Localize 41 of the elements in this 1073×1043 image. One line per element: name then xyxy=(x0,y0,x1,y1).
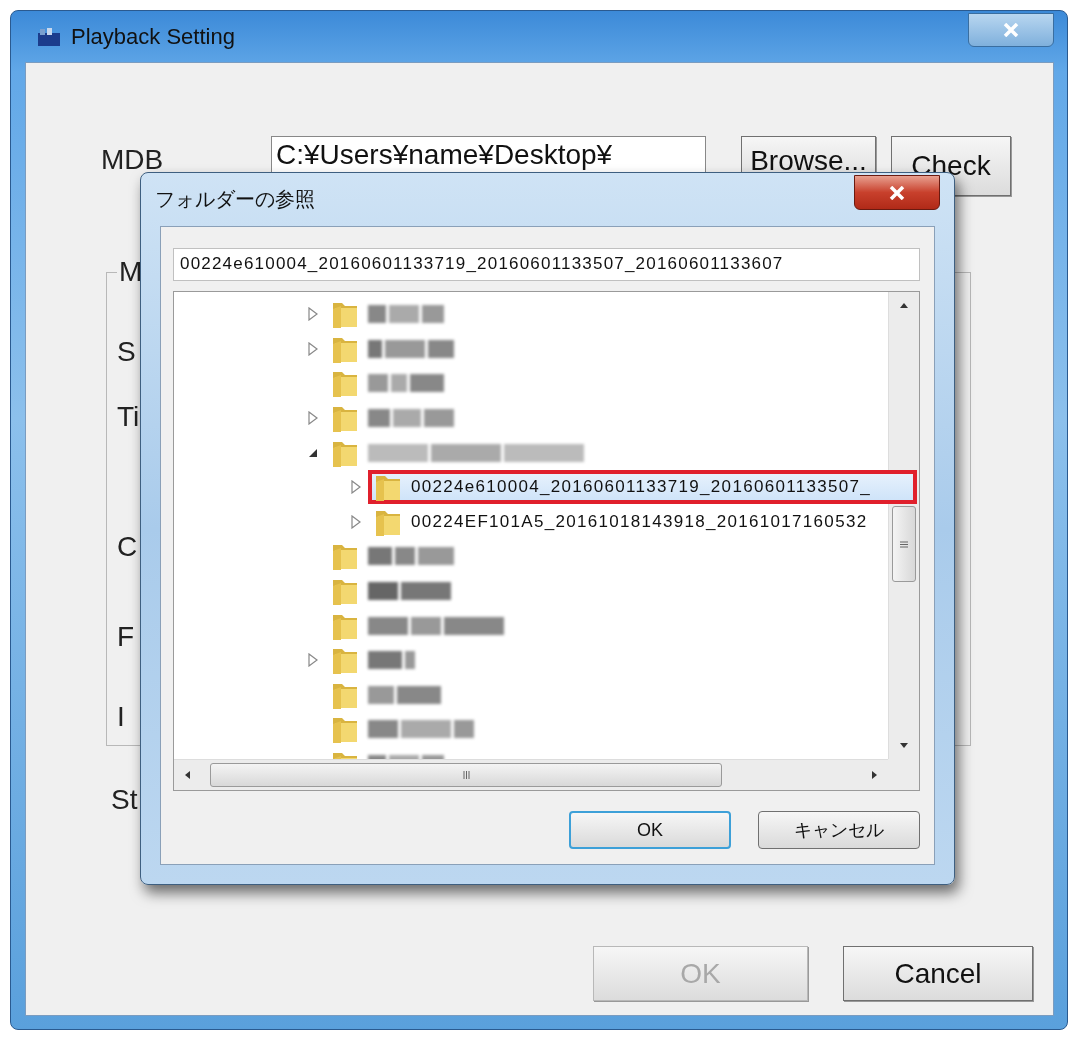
folder-name: 00224e610004_20160601133719_20160601133507_ xyxy=(411,477,871,498)
horizontal-scrollbar[interactable] xyxy=(174,759,888,790)
close-icon xyxy=(1003,23,1019,37)
scroll-up-icon[interactable] xyxy=(899,301,909,311)
field-label: F xyxy=(117,621,135,654)
scroll-thumb[interactable] xyxy=(892,506,916,582)
tree-item[interactable]: 00224e610004_20160601133719_20160601133507_ xyxy=(368,470,917,505)
dialog-title: フォルダーの参照 xyxy=(155,187,315,212)
expand-arrow-icon[interactable] xyxy=(308,653,318,668)
cancel-button[interactable]: キャンセル xyxy=(758,811,920,849)
group-caption: M xyxy=(118,256,144,288)
field-label: C xyxy=(117,531,138,564)
grip-icon xyxy=(900,540,908,548)
expand-arrow-icon[interactable] xyxy=(308,411,318,426)
tree-item[interactable]: 00224EF101A5_20161018143918_20161017160532 xyxy=(372,505,888,538)
scroll-right-icon[interactable] xyxy=(869,770,879,780)
field-label: I xyxy=(117,701,125,734)
blurred-label xyxy=(368,651,415,670)
expand-arrow-icon[interactable] xyxy=(308,341,318,356)
close-icon xyxy=(889,185,905,200)
folder-name: 00224EF101A5_20161018143918_20161017160532 xyxy=(411,511,868,532)
field-label: S xyxy=(117,336,136,369)
scroll-thumb[interactable] xyxy=(210,763,722,787)
vertical-scrollbar[interactable] xyxy=(888,292,919,759)
collapse-arrow-icon[interactable] xyxy=(308,447,318,458)
folder-field[interactable]: 00224e610004_20160601133719_20160601133507_20160601133607 xyxy=(173,248,920,281)
field-label: MDB xyxy=(101,144,165,176)
grip-icon xyxy=(462,771,470,779)
app-icon xyxy=(37,26,61,47)
field-label: Ti xyxy=(117,401,140,434)
status-label: St xyxy=(111,784,138,816)
close-button[interactable] xyxy=(854,175,940,210)
scroll-left-icon[interactable] xyxy=(183,770,193,780)
expand-arrow-icon[interactable] xyxy=(308,307,318,322)
cancel-button[interactable]: Cancel xyxy=(843,946,1033,1001)
expand-arrow-icon[interactable] xyxy=(351,514,361,529)
window-title: Playback Setting xyxy=(71,23,235,50)
ok-button[interactable]: OK xyxy=(569,811,731,849)
expand-arrow-icon[interactable] xyxy=(351,480,361,495)
close-button[interactable] xyxy=(968,13,1054,47)
scroll-down-icon[interactable] xyxy=(899,740,909,750)
